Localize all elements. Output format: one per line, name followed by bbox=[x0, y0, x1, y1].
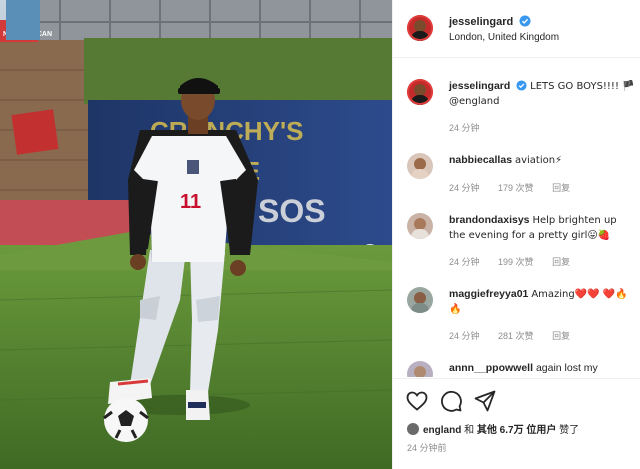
comment-text: brandondaxisys Help brighten up the even… bbox=[449, 213, 635, 243]
commenter-username[interactable]: nabbiecallas bbox=[449, 154, 512, 166]
comment-reply-button[interactable]: 回复 bbox=[552, 331, 570, 341]
comment-likes[interactable]: 199 次赞 bbox=[498, 257, 534, 267]
post-photo-scene: NEW PELICAN CRUNCHY'S ATE SOS bbox=[0, 0, 392, 469]
comment-bubble-icon[interactable] bbox=[439, 389, 463, 413]
likes-summary[interactable]: england 和 其他 6.7万 位用户 赞了 bbox=[407, 421, 579, 436]
comment-time: 24 分钟 bbox=[449, 257, 480, 267]
comment-meta: 24 分钟 199 次赞 回复 bbox=[449, 255, 586, 268]
liker-avatar bbox=[407, 423, 419, 435]
post-timestamp: 24 分钟前 bbox=[407, 443, 447, 453]
comment-text: annn__ppowwell again lost my bbox=[449, 361, 635, 376]
comment-likes[interactable]: 281 次赞 bbox=[498, 331, 534, 341]
comment-time: 24 分钟 bbox=[449, 331, 480, 341]
verified-badge-icon bbox=[516, 80, 527, 91]
jersey-number: 11 bbox=[180, 191, 201, 213]
comment-body: aviation⚡ bbox=[514, 155, 563, 166]
verified-badge-icon bbox=[519, 15, 531, 27]
caption-author[interactable]: jesselingard bbox=[449, 80, 510, 92]
comment-reply-button[interactable]: 回复 bbox=[552, 257, 570, 267]
post-actions: england 和 其他 6.7万 位用户 赞了 24 分钟前 bbox=[393, 378, 640, 469]
author-username[interactable]: jesselingard bbox=[449, 15, 531, 28]
comment-time: 24 分钟 bbox=[449, 183, 480, 193]
commenter-username[interactable]: maggiefreyya01 bbox=[449, 288, 528, 300]
author-avatar[interactable] bbox=[407, 15, 433, 41]
caption-text: jesselingard LETS GO BOYS!!!! 🏴 @england bbox=[449, 79, 635, 109]
paper-plane-icon[interactable] bbox=[473, 389, 497, 413]
post-photo[interactable]: NEW PELICAN CRUNCHY'S ATE SOS bbox=[0, 0, 392, 469]
comment-body: again lost my bbox=[535, 362, 598, 374]
likes-connector: 和 bbox=[464, 425, 475, 436]
comment-text: maggiefreyya01 Amazing❤️❤️ ❤️🔥🔥 bbox=[449, 287, 635, 317]
liker-username[interactable]: england bbox=[423, 425, 461, 436]
likes-suffix: 赞了 bbox=[559, 425, 580, 436]
comment-text: nabbiecallas aviation⚡ bbox=[449, 153, 635, 168]
author-username-text[interactable]: jesselingard bbox=[449, 16, 513, 28]
post-location[interactable]: London, United Kingdom bbox=[449, 32, 559, 43]
likes-others[interactable]: 其他 6.7万 位用户 bbox=[477, 425, 556, 436]
post-panel: jesselingard London, United Kingdom jess… bbox=[392, 0, 640, 469]
commenter-avatar[interactable] bbox=[407, 153, 433, 179]
post-header: jesselingard London, United Kingdom bbox=[393, 0, 640, 58]
comment-meta: 24 分钟 281 次赞 回复 bbox=[449, 329, 586, 342]
commenter-username[interactable]: annn__ppowwell bbox=[449, 362, 533, 374]
commenter-avatar[interactable] bbox=[407, 213, 433, 239]
heart-icon[interactable] bbox=[405, 389, 429, 413]
caption-author-avatar[interactable] bbox=[407, 79, 433, 105]
comments-list[interactable]: jesselingard LETS GO BOYS!!!! 🏴 @england… bbox=[393, 59, 640, 377]
commenter-username[interactable]: brandondaxisys bbox=[449, 214, 530, 226]
commenter-avatar[interactable] bbox=[407, 287, 433, 313]
caption-time: 24 分钟 bbox=[449, 123, 480, 133]
comment-likes[interactable]: 179 次赞 bbox=[498, 183, 534, 193]
comment-meta: 24 分钟 179 次赞 回复 bbox=[449, 181, 586, 194]
comment-reply-button[interactable]: 回复 bbox=[552, 183, 570, 193]
commenter-avatar[interactable] bbox=[407, 361, 433, 377]
svg-text:SOS: SOS bbox=[258, 193, 326, 229]
caption-meta: 24 分钟 bbox=[449, 121, 496, 134]
